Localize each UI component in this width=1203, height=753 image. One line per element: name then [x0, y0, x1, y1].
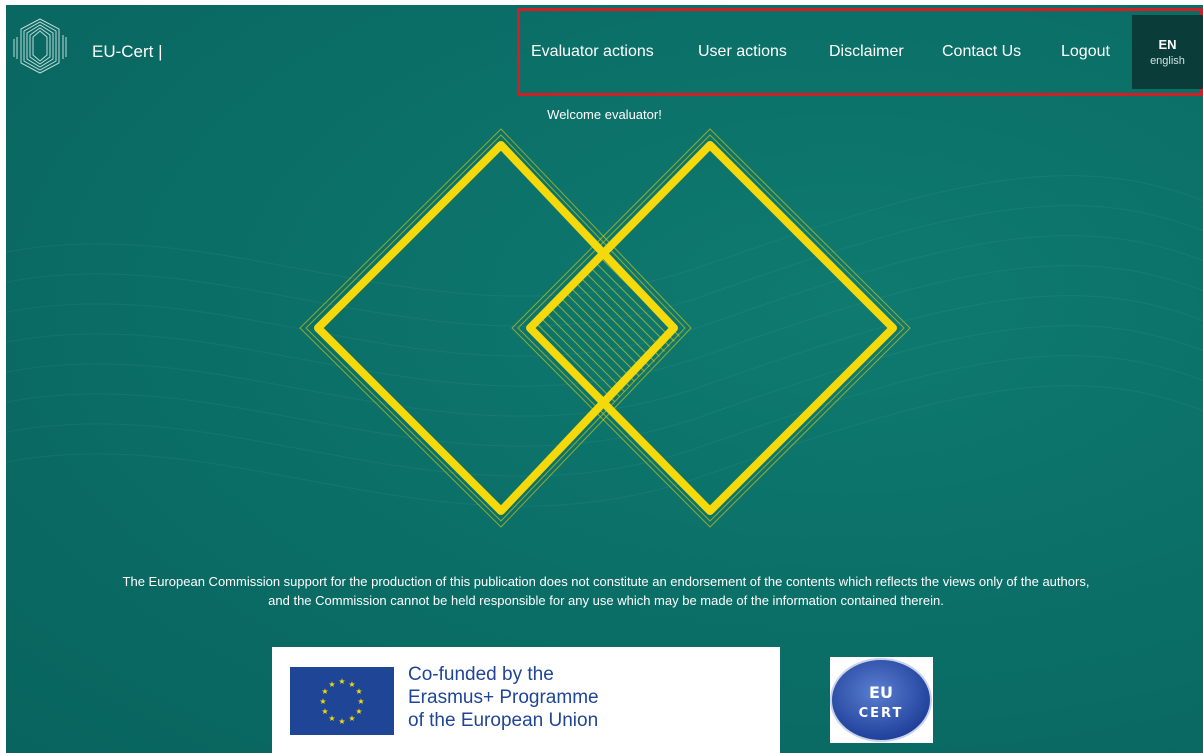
nav-logout[interactable]: Logout — [1061, 43, 1110, 61]
svg-text:★: ★ — [328, 714, 335, 723]
badge-top-text: EU — [869, 683, 893, 702]
page: EU-Cert | Evaluator actions User actions… — [6, 5, 1203, 753]
cofunded-text: Co-funded by the Erasmus+ Programme of t… — [408, 663, 599, 732]
eu-flag-icon: ★ ★ ★ ★ ★ ★ ★ ★ ★ ★ ★ ★ — [290, 667, 394, 735]
disclaimer-text: The European Commission support for the … — [122, 574, 1090, 608]
nav-user-actions[interactable]: User actions — [698, 43, 787, 61]
erasmus-logo: ★ ★ ★ ★ ★ ★ ★ ★ ★ ★ ★ ★ Co-funded by the… — [272, 647, 780, 753]
svg-text:★: ★ — [348, 714, 355, 723]
nav-evaluator-actions[interactable]: Evaluator actions — [531, 43, 654, 61]
welcome-message: Welcome evaluator! — [547, 107, 662, 122]
language-selector[interactable]: EN english — [1132, 15, 1203, 89]
cofunded-line: of the European Union — [408, 710, 599, 731]
nav-disclaimer[interactable]: Disclaimer — [829, 43, 904, 61]
svg-text:★: ★ — [338, 717, 345, 726]
interlocking-diamonds-icon — [299, 128, 911, 528]
eu-cert-badge-icon: EU CERT — [830, 658, 932, 742]
svg-text:★: ★ — [355, 687, 362, 696]
svg-text:★: ★ — [321, 707, 328, 716]
language-code: EN — [1158, 37, 1177, 52]
badge-bottom-text: CERT — [859, 706, 904, 721]
brand-title: EU-Cert | — [92, 42, 163, 61]
svg-text:★: ★ — [328, 680, 335, 689]
nav-contact-us[interactable]: Contact Us — [942, 43, 1021, 61]
cofunded-line: Erasmus+ Programme — [408, 687, 599, 708]
eu-cert-badge: EU CERT — [830, 657, 933, 743]
language-name: english — [1150, 55, 1185, 67]
cofunded-line: Co-funded by the — [408, 664, 554, 685]
svg-text:★: ★ — [357, 697, 364, 706]
svg-text:★: ★ — [355, 707, 362, 716]
svg-text:★: ★ — [319, 697, 326, 706]
eu-cert-logo-icon[interactable] — [11, 17, 69, 75]
svg-text:★: ★ — [338, 677, 345, 686]
